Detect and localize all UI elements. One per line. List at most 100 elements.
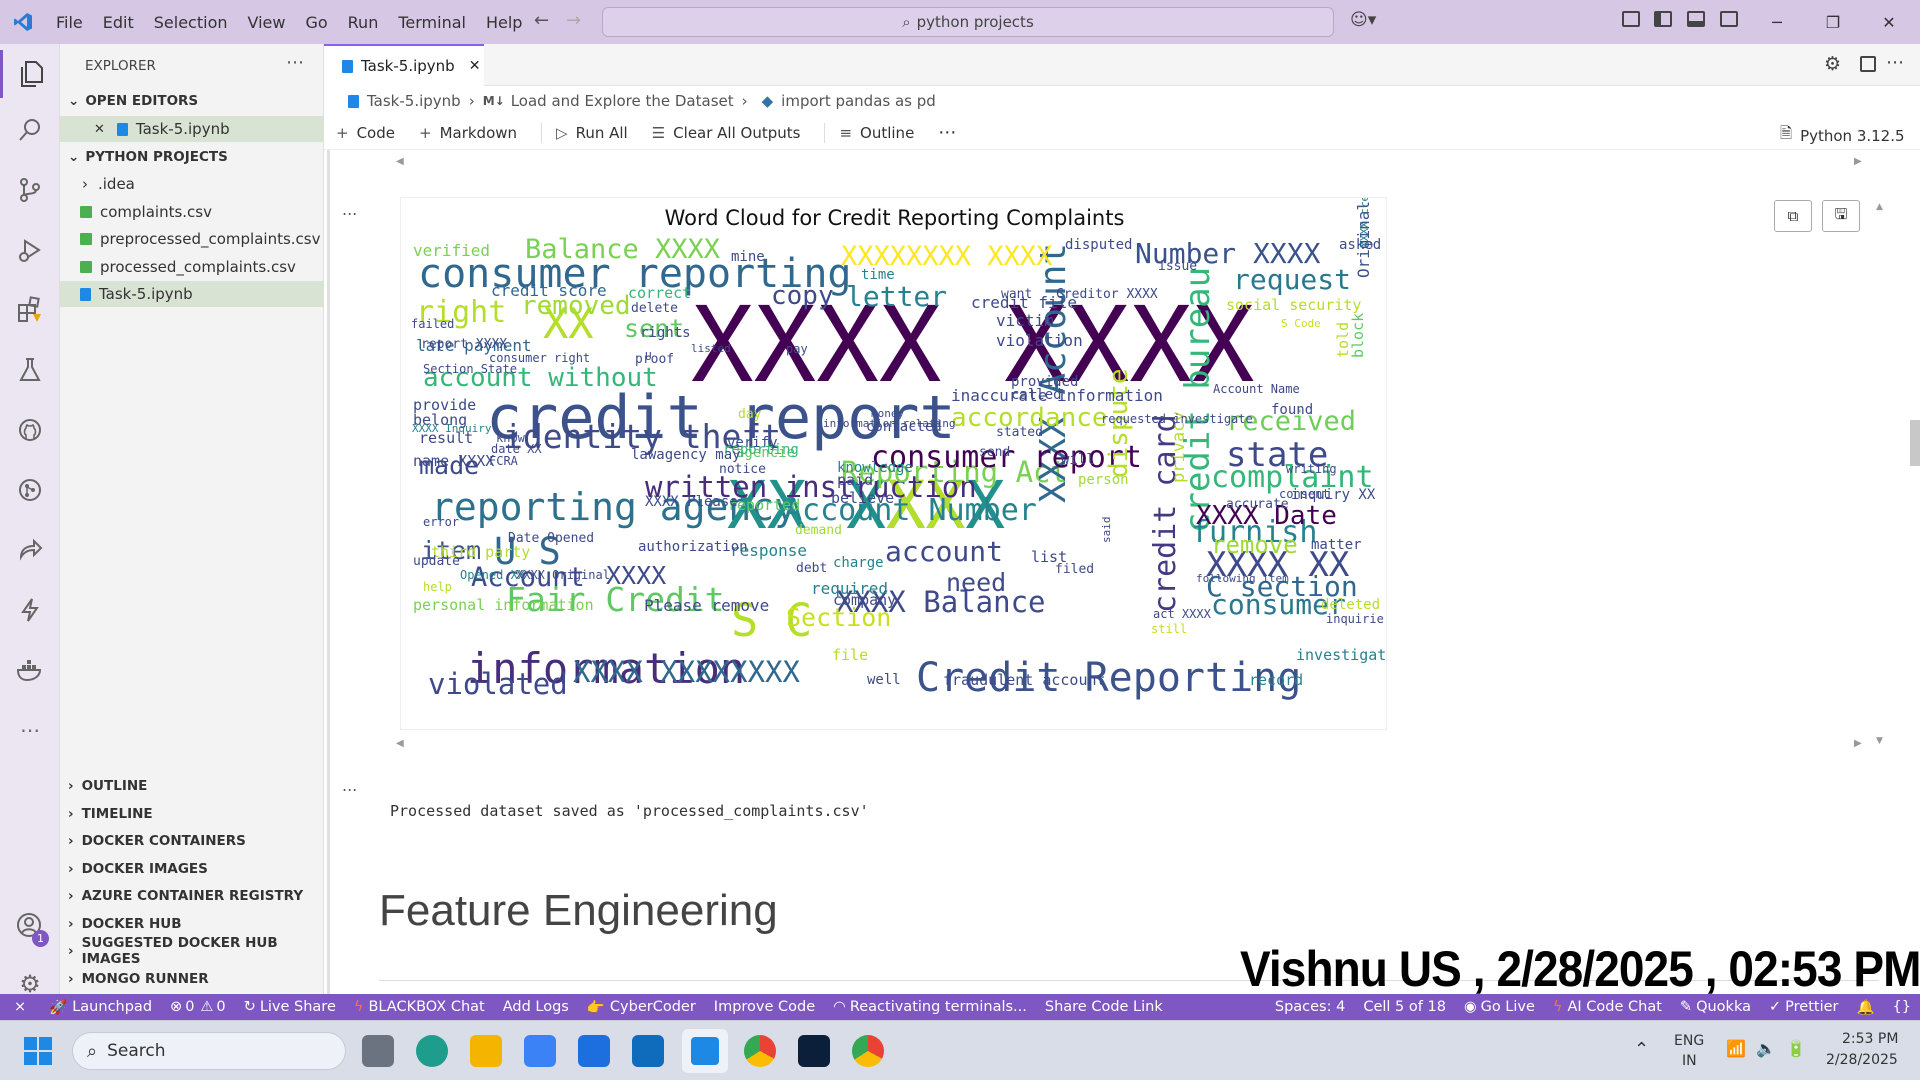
cell-more-icon[interactable]: ... (342, 776, 357, 795)
save-output-icon[interactable]: 🖫 (1822, 200, 1860, 232)
testing-icon[interactable] (0, 346, 60, 394)
cell-more-icon[interactable]: ... (342, 200, 357, 219)
back-arrow-icon[interactable]: ← (534, 10, 549, 31)
file-processed-csv[interactable]: processed_complaints.csv (60, 254, 324, 280)
lightning-icon[interactable] (0, 586, 60, 634)
improve-code-button[interactable]: Improve Code (705, 999, 824, 1015)
ai-code-chat-button[interactable]: ϟ AI Code Chat (1544, 999, 1671, 1015)
scrollbar-thumb[interactable] (1910, 420, 1920, 466)
minimize-button[interactable]: ─ (1754, 0, 1800, 44)
clock-time[interactable]: 2:53 PM (1842, 1031, 1898, 1047)
right-arrow-icon[interactable]: ▶ (1854, 156, 1862, 167)
menu-file[interactable]: File (46, 13, 93, 32)
panel-docker-hub[interactable]: › DOCKER HUB (60, 911, 324, 937)
explorer-icon[interactable] (0, 50, 60, 98)
panel-timeline[interactable]: › TIMELINE (60, 801, 324, 827)
customize-layout-icon[interactable] (1622, 11, 1640, 27)
panel-docker-containers[interactable]: › DOCKER CONTAINERS (60, 828, 324, 854)
task-view-icon[interactable] (362, 1035, 394, 1067)
live-share-icon[interactable] (0, 526, 60, 574)
windows-start-icon[interactable] (24, 1037, 52, 1065)
outline-button[interactable]: ≡ Outline (839, 124, 914, 142)
left-arrow-icon[interactable]: ◀ (396, 738, 404, 749)
store-icon[interactable] (524, 1035, 556, 1067)
file-task5-ipynb[interactable]: Task-5.ipynb (60, 281, 324, 307)
problems-button[interactable]: ⊗ 0 ⚠ 0 (161, 999, 235, 1015)
file-complaints-csv[interactable]: complaints.csv (60, 199, 324, 225)
extensions-icon[interactable] (0, 286, 60, 334)
battery-icon[interactable]: 🔋 (1786, 1039, 1806, 1058)
chevron-up-icon[interactable]: ⌃ (1634, 1039, 1649, 1060)
right-arrow-icon[interactable]: ▶ (1854, 738, 1862, 749)
toggle-sidebar-icon[interactable] (1654, 11, 1672, 27)
live-share-button[interactable]: ↻ Live Share (235, 999, 345, 1015)
tab-task5[interactable]: Task-5.ipynb ✕ (324, 44, 484, 86)
run-debug-icon[interactable] (0, 226, 60, 274)
close-button[interactable]: ✕ (1866, 0, 1912, 44)
open-editor-task5[interactable]: ✕ Task-5.ipynb (60, 116, 324, 142)
menu-selection[interactable]: Selection (144, 13, 238, 32)
search-icon[interactable] (0, 106, 60, 154)
kernel-picker[interactable]: 🗎 Python 3.12.5 (1780, 123, 1905, 148)
python-projects-header[interactable]: ⌄ PYTHON PROJECTS (60, 144, 324, 170)
split-editor-icon[interactable] (1860, 56, 1876, 72)
blackbox-chat-button[interactable]: ϟ BLACKBOX Chat (345, 999, 494, 1015)
copy-output-icon[interactable]: ⧉ (1774, 200, 1812, 232)
menu-go[interactable]: Go (295, 13, 337, 32)
toggle-secondary-sidebar-icon[interactable] (1720, 11, 1738, 27)
remote-icon[interactable]: ⨯ (0, 999, 40, 1015)
panel-outline[interactable]: › OUTLINE (60, 773, 324, 799)
indentation-button[interactable]: Spaces: 4 (1266, 999, 1354, 1015)
scroll-down-icon[interactable]: ▼ (1876, 736, 1883, 746)
region-label[interactable]: IN (1682, 1053, 1697, 1069)
outlook-icon[interactable] (632, 1035, 664, 1067)
menu-view[interactable]: View (238, 13, 296, 32)
photoshop-icon[interactable] (798, 1035, 830, 1067)
menu-run[interactable]: Run (338, 13, 389, 32)
toggle-panel-icon[interactable] (1687, 11, 1705, 27)
git-graph-icon[interactable] (0, 466, 60, 514)
hp-icon[interactable] (578, 1035, 610, 1067)
panel-mongo-runner[interactable]: › MONGO RUNNER (60, 966, 324, 992)
volume-icon[interactable]: 🔈 (1756, 1039, 1776, 1058)
run-all-button[interactable]: ▷ Run All (556, 124, 628, 142)
add-logs-button[interactable]: Add Logs (494, 999, 578, 1015)
chrome-icon[interactable] (744, 1035, 776, 1067)
open-editors-header[interactable]: ⌄ OPEN EDITORS (60, 88, 324, 114)
toolbar-more-icon[interactable]: ⋯ (938, 122, 956, 143)
notifications-icon[interactable]: 🔔 (1847, 999, 1883, 1016)
panel-suggested-images[interactable]: › SUGGESTED DOCKER HUB IMAGES (60, 935, 324, 967)
restore-button[interactable]: ❐ (1810, 0, 1856, 44)
file-preprocessed-csv[interactable]: preprocessed_complaints.csv (60, 226, 324, 252)
explorer-more-icon[interactable]: ⋯ (286, 52, 304, 73)
language-label[interactable]: ENG (1674, 1033, 1704, 1049)
quokka-button[interactable]: ✎ Quokka (1671, 999, 1760, 1015)
source-control-icon[interactable] (0, 166, 60, 214)
settings-icon[interactable]: ⚙ (1824, 53, 1841, 75)
accounts-icon[interactable]: 1 (0, 902, 60, 950)
breadcrumb-file[interactable]: Task-5.ipynb (367, 92, 461, 110)
panel-docker-images[interactable]: › DOCKER IMAGES (60, 856, 324, 882)
more-actions-icon[interactable]: ⋯ (1886, 52, 1904, 73)
forward-arrow-icon[interactable]: → (566, 10, 581, 31)
edge-icon[interactable] (416, 1035, 448, 1067)
cybercoder-button[interactable]: 👉 CyberCoder (578, 999, 705, 1016)
braces-icon[interactable]: {} (1884, 999, 1920, 1015)
cell-position[interactable]: Cell 5 of 18 (1354, 999, 1455, 1015)
vscode-taskbar-icon[interactable] (682, 1029, 728, 1073)
scroll-up-icon[interactable]: ▲ (1876, 202, 1883, 212)
command-center-search[interactable]: ⌕ python projects (602, 7, 1334, 37)
add-code-button[interactable]: + Code (336, 124, 395, 142)
chrome-profile-icon[interactable] (852, 1035, 884, 1067)
file-explorer-icon[interactable] (470, 1035, 502, 1067)
more-icon[interactable]: ⋯ (0, 706, 60, 754)
menu-help[interactable]: Help (476, 13, 532, 32)
github-icon[interactable] (0, 406, 60, 454)
panel-azure-registry[interactable]: › AZURE CONTAINER REGISTRY (60, 883, 324, 909)
taskbar-search[interactable]: ⌕ Search (72, 1032, 346, 1070)
close-icon[interactable]: ✕ (469, 58, 481, 74)
menu-terminal[interactable]: Terminal (388, 13, 476, 32)
breadcrumb-section[interactable]: Load and Explore the Dataset (511, 92, 734, 110)
left-arrow-icon[interactable]: ◀ (396, 156, 404, 167)
menu-edit[interactable]: Edit (93, 13, 144, 32)
